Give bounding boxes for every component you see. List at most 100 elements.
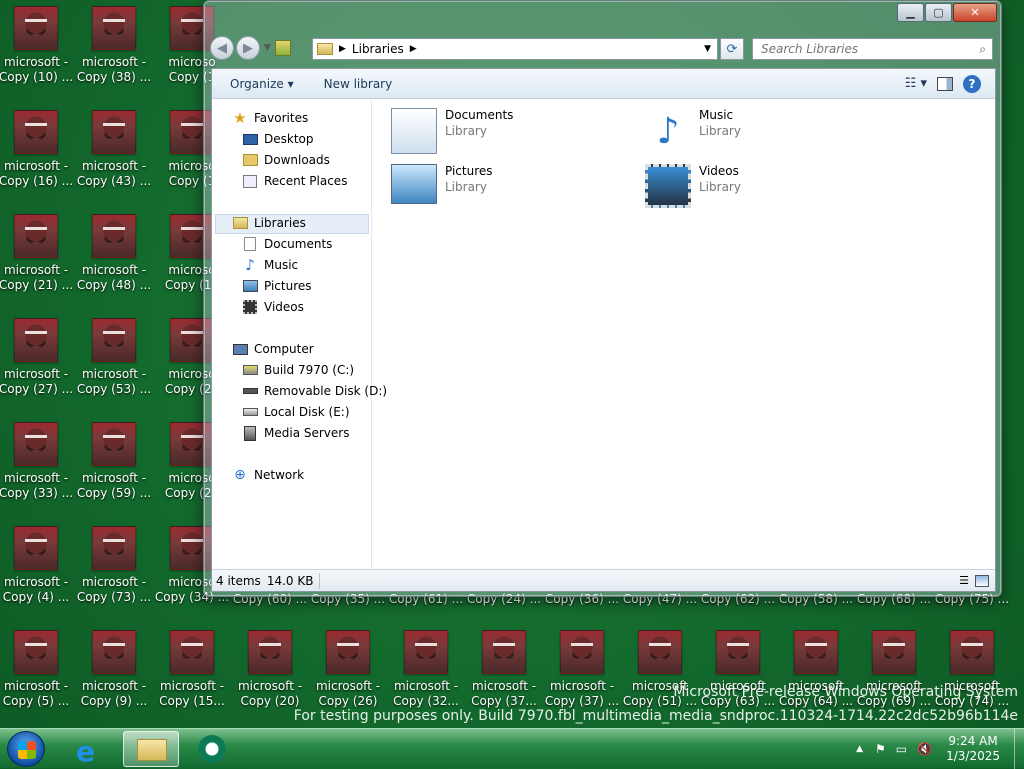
image-thumbnail-icon <box>482 630 526 674</box>
desktop-file-icon[interactable]: microsoft - Copy (59) ... <box>75 422 153 501</box>
image-thumbnail-icon <box>92 214 136 258</box>
action-center-icon[interactable]: ⚑ <box>875 742 886 756</box>
nav-music[interactable]: ♪ Music <box>242 256 299 274</box>
library-name: Documents <box>445 108 514 122</box>
desktop-file-label: microsoft - Copy (53) ... <box>76 367 152 396</box>
internet-explorer-taskbar-button[interactable]: e <box>62 731 118 768</box>
preview-pane-icon[interactable] <box>937 76 953 91</box>
address-dropdown-icon[interactable]: ▼ <box>704 44 711 54</box>
recent-pages-dropdown-icon[interactable]: ▼ <box>264 43 271 53</box>
internet-explorer-icon: e <box>76 735 95 768</box>
image-thumbnail-icon <box>638 630 682 674</box>
clock[interactable]: 9:24 AM 1/3/2025 <box>946 734 1000 764</box>
desktop-file-label: microsoft - Copy (32... <box>393 679 459 708</box>
image-thumbnail-icon <box>560 630 604 674</box>
nav-label: Favorites <box>254 111 309 125</box>
desktop-file-icon[interactable]: microsoft - Copy (32... <box>387 630 465 709</box>
refresh-button[interactable]: ⟳ <box>720 38 744 60</box>
nav-network[interactable]: ⊕ Network <box>232 467 304 483</box>
minimize-button[interactable]: ▁ <box>897 3 924 22</box>
new-library-button[interactable]: New library <box>324 77 393 91</box>
desktop-file-label: microsoft - Copy (33) ... <box>0 471 74 500</box>
star-icon: ★ <box>233 109 247 127</box>
breadcrumb-arrow-icon[interactable]: ▶ <box>339 44 346 54</box>
library-music[interactable]: ♪ Music Library <box>645 108 741 154</box>
view-controls: ☷ ▾ ? <box>905 74 995 93</box>
libraries-content: Documents Library ♪ Music Library Pictur… <box>373 100 995 569</box>
item-count: 4 items <box>216 573 261 588</box>
nav-label: Desktop <box>264 132 314 146</box>
desktop-file-label: microsoft - Copy (20) <box>237 679 303 708</box>
close-button[interactable]: ✕ <box>953 3 997 22</box>
desktop-file-icon[interactable]: microsoft - Copy (37... <box>465 630 543 709</box>
maximize-button[interactable]: ▢ <box>925 3 952 22</box>
help-icon[interactable]: ? <box>963 74 981 93</box>
desktop-file-icon[interactable]: microsoft - Copy (27) ... <box>0 318 75 397</box>
desktop-file-icon[interactable]: microsoft - Copy (16) ... <box>0 110 75 189</box>
search-input[interactable] <box>759 41 969 57</box>
nav-drive-c[interactable]: Build 7970 (C:) <box>242 362 354 378</box>
nav-label: Removable Disk (D:) <box>264 384 388 398</box>
nav-libraries[interactable]: Libraries <box>232 215 306 231</box>
address-bar[interactable]: ▶ Libraries ▶ ▼ <box>312 38 718 60</box>
library-name: Music <box>699 108 734 122</box>
nav-desktop[interactable]: Desktop <box>242 131 314 147</box>
desktop-file-icon[interactable]: microsoft - Copy (21) ... <box>0 214 75 293</box>
nav-computer[interactable]: Computer <box>232 341 314 357</box>
network-status-icon[interactable]: ▭ <box>896 742 907 756</box>
nav-label: Music <box>264 258 299 272</box>
desktop-icon <box>242 131 258 147</box>
explorer-taskbar-button[interactable] <box>123 731 179 767</box>
nav-label: Downloads <box>264 153 330 167</box>
nav-videos[interactable]: Videos <box>242 299 304 315</box>
search-box[interactable]: ⌕ <box>752 38 993 60</box>
media-center-taskbar-button[interactable] <box>185 731 241 767</box>
status-divider <box>319 572 321 589</box>
desktop-file-icon[interactable]: microsoft - Copy (26) <box>309 630 387 709</box>
nav-recent-places[interactable]: Recent Places <box>242 173 347 189</box>
nav-pictures[interactable]: Pictures <box>242 278 312 294</box>
nav-favorites[interactable]: ★ Favorites <box>232 109 309 127</box>
desktop-file-icon[interactable]: microsoft - Copy (20) <box>231 630 309 709</box>
desktop-file-icon[interactable]: microsoft - Copy (53) ... <box>75 318 153 397</box>
desktop-file-icon[interactable]: microsoft - Copy (33) ... <box>0 422 75 501</box>
forward-button[interactable]: ▶ <box>236 36 260 60</box>
library-videos[interactable]: Videos Library <box>645 164 741 208</box>
videos-library-icon <box>645 164 691 208</box>
back-button[interactable]: ◀ <box>210 36 234 60</box>
desktop-file-icon[interactable]: microsoft - Copy (37) ... <box>543 630 621 709</box>
image-thumbnail-icon <box>14 526 58 570</box>
videos-icon <box>242 299 258 315</box>
image-thumbnail-icon <box>404 630 448 674</box>
nav-downloads[interactable]: Downloads <box>242 152 330 168</box>
show-hidden-icons-icon[interactable]: ▲ <box>856 744 863 754</box>
image-thumbnail-icon <box>92 110 136 154</box>
library-type: Library <box>445 180 487 194</box>
desktop-file-icon[interactable]: microsoft - Copy (5) ... <box>0 630 75 709</box>
large-icons-view-icon[interactable] <box>975 574 989 587</box>
desktop-file-icon[interactable]: microsoft - Copy (15... <box>153 630 231 709</box>
details-view-icon[interactable]: ☰ <box>959 574 969 587</box>
library-pictures[interactable]: Pictures Library <box>391 164 493 204</box>
nav-media-servers[interactable]: Media Servers <box>242 425 349 441</box>
volume-muted-icon[interactable]: 🔇 <box>917 742 932 756</box>
desktop-file-icon[interactable]: microsoft - Copy (38) ... <box>75 6 153 85</box>
search-icon[interactable]: ⌕ <box>979 42 986 57</box>
start-button[interactable] <box>7 731 45 767</box>
nav-label: Recent Places <box>264 174 348 188</box>
desktop-file-icon[interactable]: microsoft - Copy (48) ... <box>75 214 153 293</box>
desktop-file-icon[interactable]: microsoft - Copy (10) ... <box>0 6 75 85</box>
breadcrumb-arrow-icon[interactable]: ▶ <box>410 44 417 54</box>
library-documents[interactable]: Documents Library <box>391 108 513 154</box>
organize-button[interactable]: Organize ▾ <box>230 77 294 91</box>
desktop-file-icon[interactable]: microsoft - Copy (43) ... <box>75 110 153 189</box>
desktop-file-icon[interactable]: microsoft - Copy (9) ... <box>75 630 153 709</box>
nav-documents[interactable]: Documents <box>242 236 332 252</box>
image-thumbnail-icon <box>14 630 58 674</box>
nav-drive-d[interactable]: Removable Disk (D:) <box>242 383 387 399</box>
change-view-icon[interactable]: ☷ ▾ <box>905 76 927 91</box>
breadcrumb-libraries[interactable]: Libraries <box>352 42 404 56</box>
show-desktop-button[interactable] <box>1014 729 1024 769</box>
nav-drive-e[interactable]: Local Disk (E:) <box>242 404 350 420</box>
desktop-file-label: microsoft - Copy (26) <box>315 679 381 708</box>
